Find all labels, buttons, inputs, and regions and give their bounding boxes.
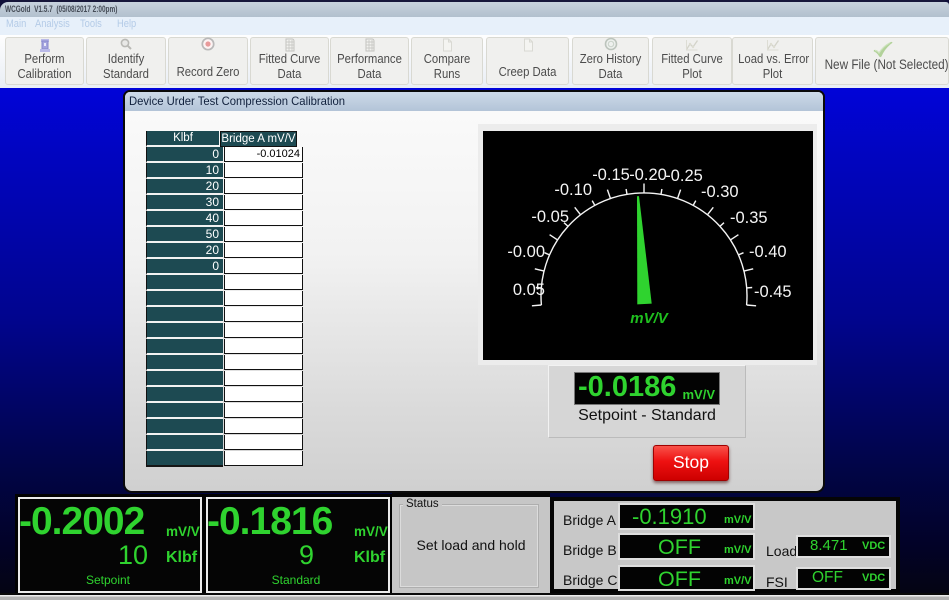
svg-text:-0.00: -0.00 — [507, 243, 545, 261]
svg-text:-0.10: -0.10 — [554, 181, 592, 199]
svg-text:mV/V: mV/V — [630, 310, 670, 327]
svg-text:-0.05: -0.05 — [531, 208, 569, 226]
svg-text:0.05: 0.05 — [513, 281, 545, 299]
svg-text:-0.35: -0.35 — [730, 209, 768, 227]
svg-text:-0.20: -0.20 — [629, 166, 667, 184]
svg-text:-0.15: -0.15 — [592, 166, 630, 184]
svg-text:-0.30: -0.30 — [701, 183, 739, 201]
svg-text:-0.25: -0.25 — [665, 167, 703, 185]
svg-text:-0.40: -0.40 — [749, 243, 787, 261]
svg-text:-0.45: -0.45 — [754, 283, 792, 301]
